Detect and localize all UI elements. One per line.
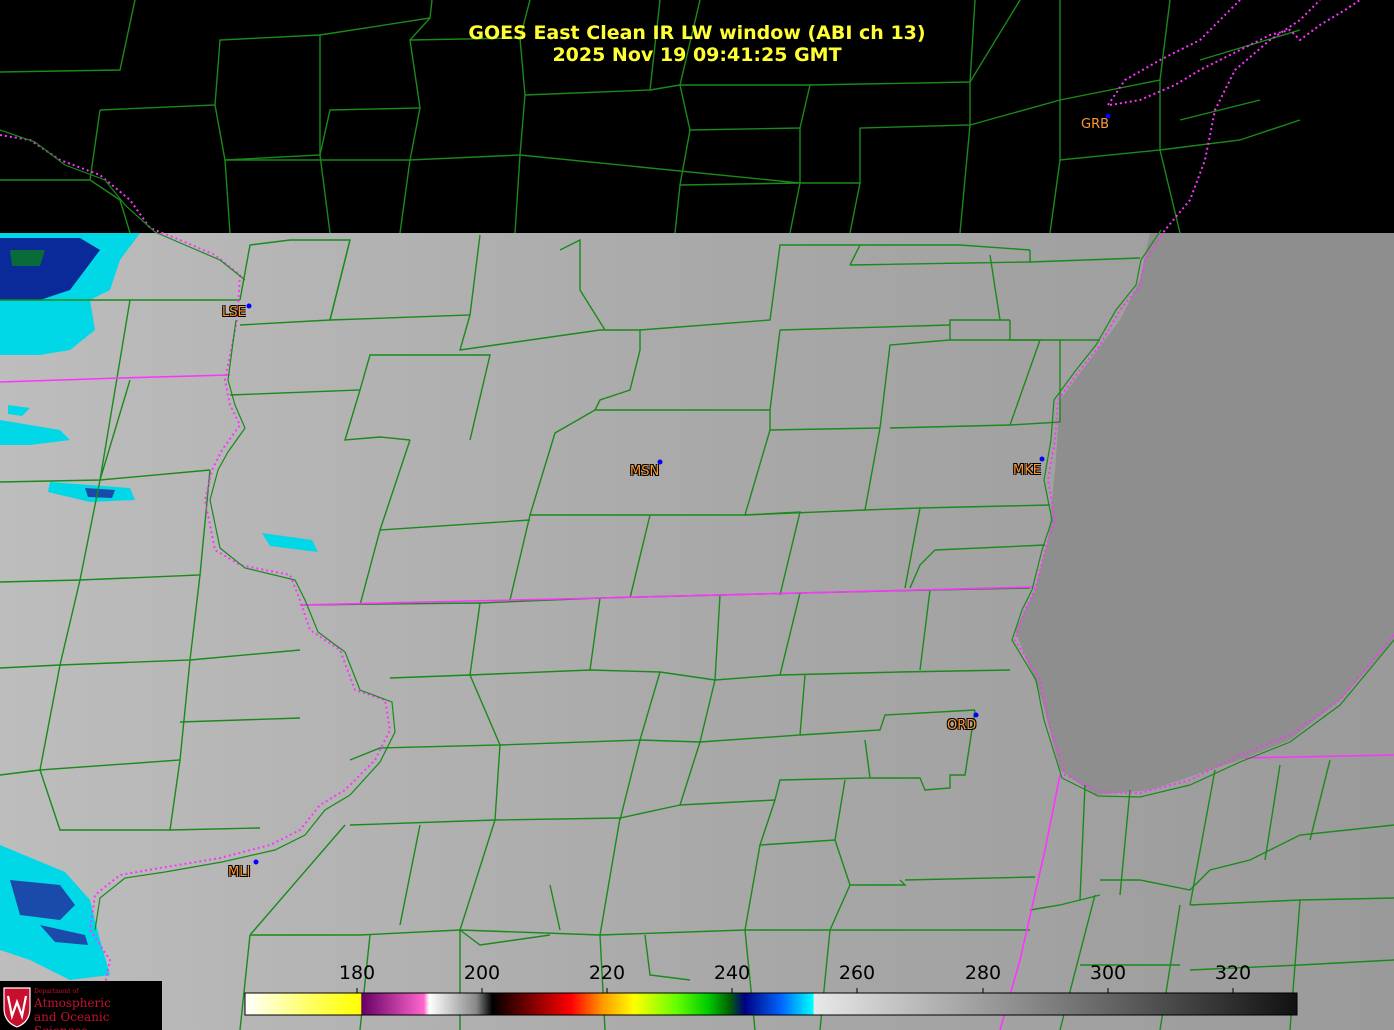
uw-crest-icon <box>3 987 31 1028</box>
colorbar-tick-label: 260 <box>838 962 876 984</box>
station-label-mli: MLI <box>228 865 251 880</box>
station-label-lse: LSE <box>222 305 246 320</box>
map-timestamp: 2025 Nov 19 09:41:25 GMT <box>552 44 842 66</box>
logo-name-line2: and Oceanic Sciences <box>34 1010 110 1030</box>
colorbar-tick-label: 180 <box>338 962 376 984</box>
station-label-ord: ORD <box>947 718 977 733</box>
map-title: GOES East Clean IR LW window (ABI ch 13) <box>468 22 926 44</box>
colorbar-tick-label: 220 <box>588 962 626 984</box>
colorbar-tick-label: 320 <box>1214 962 1252 984</box>
station-dot-ord <box>973 712 979 718</box>
satellite-imagery <box>0 0 1394 1030</box>
aos-logo: Department of Atmospheric and Oceanic Sc… <box>0 981 162 1030</box>
colorbar-tick-label: 280 <box>964 962 1002 984</box>
station-dot-lse <box>246 303 252 309</box>
satellite-map: GOES East Clean IR LW window (ABI ch 13)… <box>0 0 1394 1030</box>
logo-name-line1: Atmospheric <box>34 996 111 1010</box>
logo-dept-line: Department of <box>34 988 79 995</box>
station-label-grb: GRB <box>1081 117 1110 132</box>
station-dot-mke <box>1039 456 1045 462</box>
station-label-mke: MKE <box>1013 463 1041 478</box>
station-dot-mli <box>253 859 259 865</box>
colorbar-tick-label: 300 <box>1089 962 1127 984</box>
colorbar-gradient <box>244 992 1298 1016</box>
colorbar-tick-label: 200 <box>463 962 501 984</box>
station-label-msn: MSN <box>630 464 660 479</box>
colorbar-tick-label: 240 <box>713 962 751 984</box>
